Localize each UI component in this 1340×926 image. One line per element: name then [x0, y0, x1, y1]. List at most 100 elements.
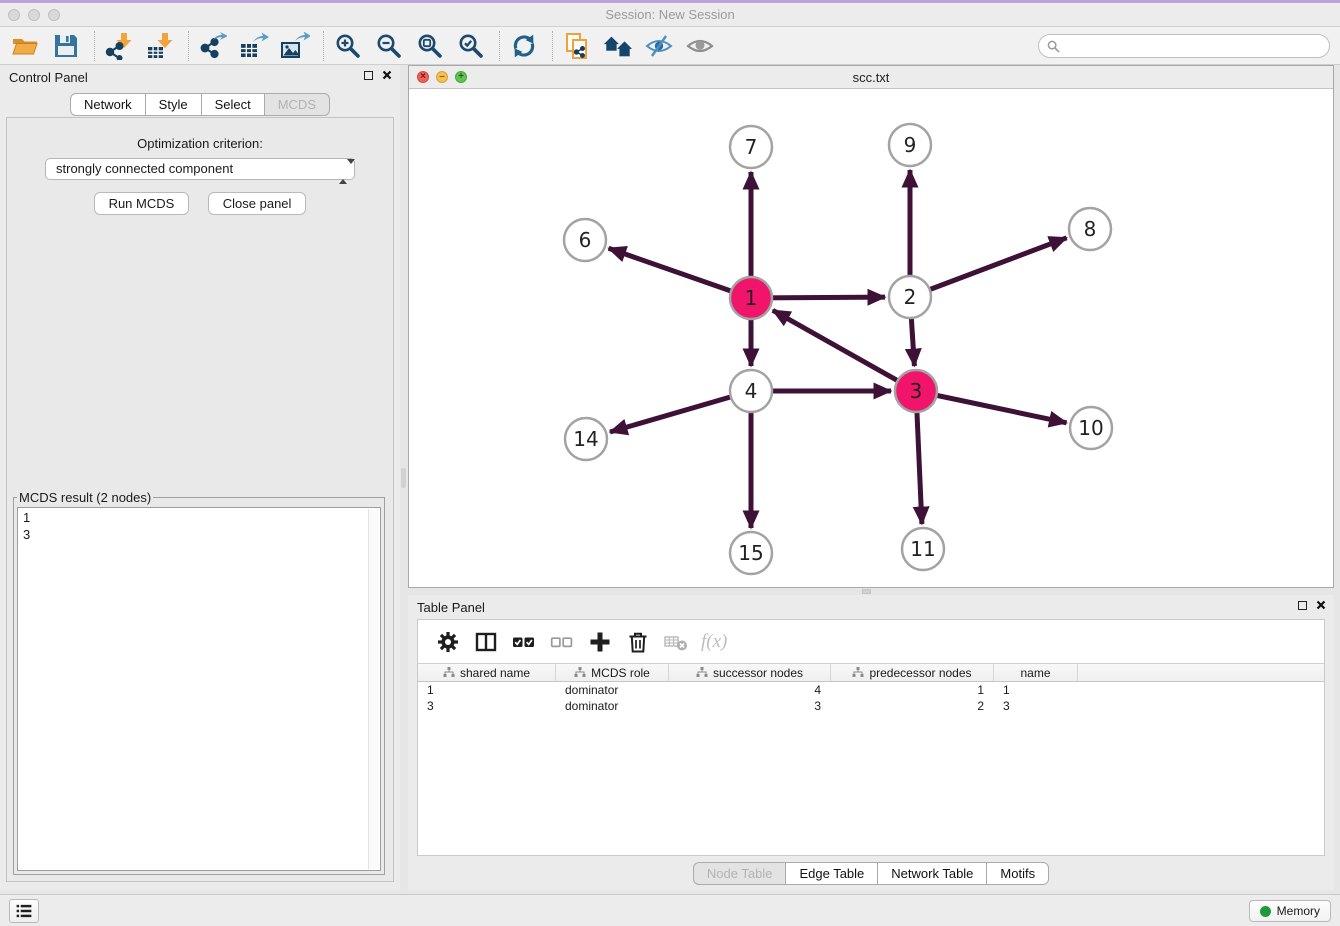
home-icon [603, 33, 633, 59]
graph-node-8[interactable]: 8 [1069, 208, 1111, 250]
namespace-icon [852, 667, 864, 678]
tab-select[interactable]: Select [201, 93, 265, 116]
hide-selected-button[interactable] [644, 31, 674, 61]
float-table-panel-button[interactable] [1298, 601, 1307, 610]
table-header-row: shared name MCDS role successor nodes [418, 663, 1324, 682]
graph-node-11[interactable]: 11 [902, 528, 944, 570]
graph-node-4[interactable]: 4 [730, 370, 772, 412]
column-header-successor-nodes[interactable]: successor nodes [669, 664, 831, 681]
status-bar: Memory [0, 894, 1340, 926]
zoom-out-button[interactable] [374, 31, 404, 61]
tab-edge-table[interactable]: Edge Table [785, 862, 878, 885]
refresh-view-button[interactable] [509, 31, 539, 61]
toggle-panel-layout-button[interactable] [473, 629, 499, 655]
graph-node-label: 3 [910, 379, 923, 403]
table-settings-button[interactable] [435, 629, 461, 655]
result-scrollbar[interactable] [368, 509, 379, 869]
gear-icon [436, 630, 460, 654]
network-window-titlebar[interactable]: × – + scc.txt [409, 66, 1333, 89]
run-mcds-button[interactable]: Run MCDS [94, 192, 190, 215]
import-network-button[interactable] [104, 31, 134, 61]
home-button[interactable] [603, 31, 633, 61]
float-panel-button[interactable] [364, 71, 373, 80]
tab-network[interactable]: Network [70, 93, 146, 116]
function-builder-button[interactable]: f(x) [701, 629, 727, 655]
delete-column-button[interactable] [625, 629, 651, 655]
graph-node-14[interactable]: 14 [565, 418, 607, 460]
zoom-in-button[interactable] [333, 31, 363, 61]
graph-node-9[interactable]: 9 [889, 124, 931, 166]
show-all-button[interactable] [685, 31, 715, 61]
memory-status-icon [1260, 906, 1271, 917]
import-table-button[interactable] [145, 31, 175, 61]
cell-mcds-role[interactable]: dominator [556, 682, 669, 698]
column-header-mcds-role[interactable]: MCDS role [556, 664, 669, 681]
copy-network-button[interactable] [562, 31, 592, 61]
graph-node-15[interactable]: 15 [730, 532, 772, 574]
list-icon [15, 903, 33, 919]
trash-icon [626, 630, 650, 654]
zoom-selected-button[interactable] [456, 31, 486, 61]
close-table-panel-icon[interactable] [1316, 600, 1326, 610]
add-column-button[interactable] [587, 629, 613, 655]
zoom-out-icon [375, 32, 403, 60]
cell-name[interactable]: 3 [994, 698, 1078, 714]
graph-node-10[interactable]: 10 [1070, 407, 1112, 449]
close-panel-button[interactable]: Close panel [208, 192, 307, 215]
table-panel-header: Table Panel [408, 595, 1334, 619]
cell-successor-nodes[interactable]: 3 [669, 698, 831, 714]
criterion-dropdown[interactable]: strongly connected component [45, 158, 355, 180]
mcds-result-line: 1 [23, 509, 375, 526]
graph-node-6[interactable]: 6 [564, 219, 606, 261]
tab-network-table[interactable]: Network Table [877, 862, 987, 885]
graph-node-3[interactable]: 3 [895, 370, 937, 412]
network-canvas[interactable]: 7 9 6 8 1 2 4 3 14 10 15 11 [409, 89, 1333, 587]
graph-edge-3-1[interactable] [773, 310, 916, 391]
zoom-fit-button[interactable] [415, 31, 445, 61]
graph-edge-2-8[interactable] [910, 238, 1067, 297]
namespace-icon [574, 667, 586, 678]
tab-node-table[interactable]: Node Table [693, 862, 787, 885]
graph-node-1[interactable]: 1 [730, 277, 772, 319]
unselect-all-button[interactable] [549, 629, 575, 655]
graph-node-2[interactable]: 2 [889, 276, 931, 318]
cell-predecessor-nodes[interactable]: 2 [831, 698, 994, 714]
delete-table-button[interactable] [663, 629, 689, 655]
tab-style[interactable]: Style [145, 93, 202, 116]
export-network-button[interactable] [198, 31, 228, 61]
export-image-button[interactable] [280, 31, 310, 61]
panel-resize-handle-horizontal[interactable] [862, 589, 871, 594]
graph-node-7[interactable]: 7 [730, 126, 772, 168]
search-input[interactable] [1038, 34, 1330, 58]
panel-resize-handle-vertical[interactable] [401, 468, 406, 488]
fx-icon: f(x) [701, 631, 727, 653]
graph-edge-1-6[interactable] [609, 248, 751, 298]
cell-predecessor-nodes[interactable]: 1 [831, 682, 994, 698]
cell-name[interactable]: 1 [994, 682, 1078, 698]
tab-motifs[interactable]: Motifs [986, 862, 1049, 885]
column-header-shared-name[interactable]: shared name [418, 664, 556, 681]
cell-successor-nodes[interactable]: 4 [669, 682, 831, 698]
export-table-button[interactable] [239, 31, 269, 61]
cell-shared-name[interactable]: 3 [418, 698, 556, 714]
cell-shared-name[interactable]: 1 [418, 682, 556, 698]
close-panel-icon[interactable] [382, 70, 392, 80]
open-session-button[interactable] [10, 31, 40, 61]
graph-node-label: 7 [745, 135, 758, 159]
namespace-icon [443, 667, 455, 678]
show-panels-button[interactable] [9, 899, 39, 923]
column-header-predecessor-nodes[interactable]: predecessor nodes [831, 664, 994, 681]
memory-button[interactable]: Memory [1249, 900, 1331, 922]
table-row[interactable]: 1 dominator 4 1 1 [418, 682, 1324, 698]
tab-mcds[interactable]: MCDS [264, 93, 330, 116]
save-session-button[interactable] [51, 31, 81, 61]
select-all-button[interactable] [511, 629, 537, 655]
cell-mcds-role[interactable]: dominator [556, 698, 669, 714]
control-panel: Control Panel Network Style Select MCDS … [0, 65, 400, 890]
graph-edge-3-10[interactable] [916, 391, 1067, 423]
search-box [1038, 34, 1330, 58]
network-view-window: × – + scc.txt 7 9 6 8 1 2 4 3 14 10 15 11 [408, 65, 1334, 588]
column-header-name[interactable]: name [994, 664, 1078, 681]
table-row[interactable]: 3 dominator 3 2 3 [418, 698, 1324, 714]
graph-node-label: 1 [745, 286, 758, 310]
